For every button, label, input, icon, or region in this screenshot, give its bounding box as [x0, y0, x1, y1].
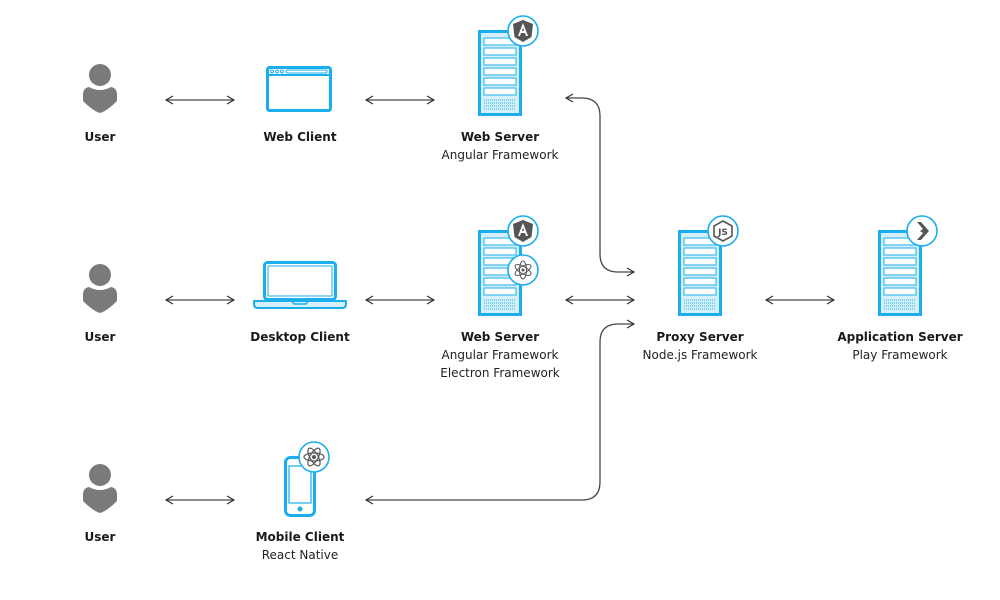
- mobile-client-subtitle: React Native: [261, 548, 339, 562]
- user-icon: [83, 263, 117, 317]
- mobile-client-title: Mobile Client: [255, 530, 345, 544]
- web-server-2-node: Web Server Angular Framework Electron Fr…: [400, 328, 600, 382]
- web-client-node: Web Client: [200, 128, 400, 146]
- user-title: User: [84, 530, 116, 544]
- arrow-webserver1-proxy: [564, 93, 636, 277]
- nodejs-icon: JS: [707, 215, 739, 251]
- user-node-3: User: [0, 528, 200, 546]
- play-framework-icon: [906, 215, 938, 251]
- user-title: User: [84, 330, 116, 344]
- web-server-1-title: Web Server: [460, 130, 540, 144]
- proxy-server-subtitle: Node.js Framework: [642, 348, 758, 362]
- web-server-1-node: Web Server Angular Framework: [400, 128, 600, 164]
- angular-icon: [507, 15, 539, 51]
- svg-text:JS: JS: [717, 228, 728, 238]
- laptop-icon: [253, 261, 347, 313]
- desktop-client-node: Desktop Client: [200, 328, 400, 346]
- app-server-subtitle: Play Framework: [852, 348, 948, 362]
- web-client-title: Web Client: [263, 130, 337, 144]
- web-server-1-subtitle: Angular Framework: [441, 148, 559, 162]
- proxy-server-node: Proxy Server Node.js Framework: [600, 328, 800, 364]
- react-icon: [298, 441, 330, 477]
- proxy-server-title: Proxy Server: [656, 330, 744, 344]
- web-server-2-title: Web Server: [460, 330, 540, 344]
- user-icon: [83, 63, 117, 117]
- browser-window-icon: [266, 66, 332, 116]
- mobile-client-node: Mobile Client React Native: [200, 528, 400, 564]
- web-server-2-subtitle-1: Angular Framework: [441, 348, 559, 362]
- user-node-2: User: [0, 328, 200, 346]
- user-title: User: [84, 130, 116, 144]
- electron-icon: [507, 254, 539, 290]
- angular-icon: [507, 215, 539, 251]
- desktop-client-title: Desktop Client: [250, 330, 350, 344]
- app-server-node: Application Server Play Framework: [800, 328, 1000, 364]
- app-server-title: Application Server: [837, 330, 963, 344]
- user-icon: [83, 463, 117, 517]
- user-node-1: User: [0, 128, 200, 146]
- web-server-2-subtitle-2: Electron Framework: [440, 366, 560, 380]
